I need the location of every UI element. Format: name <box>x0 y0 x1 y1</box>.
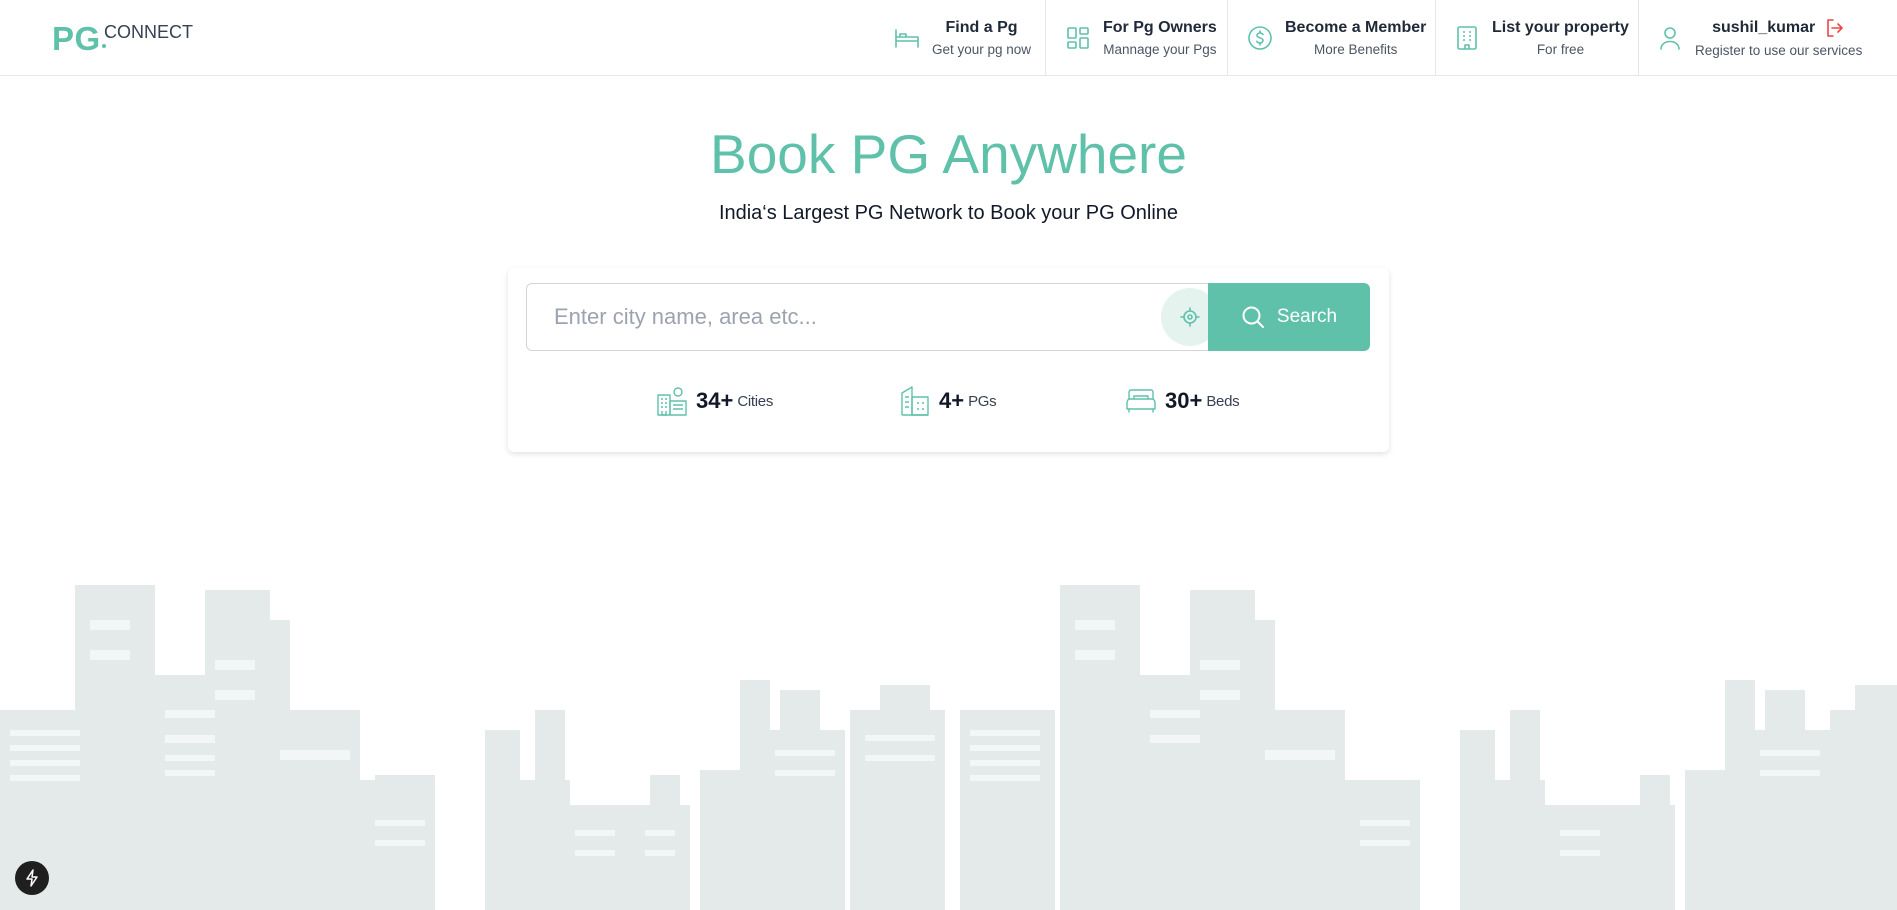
nav-subtitle: Mannage your Pgs <box>1103 42 1217 57</box>
stat-label: Cities <box>737 392 774 410</box>
nav-title: Become a Member <box>1285 19 1427 36</box>
building-icon <box>1454 25 1480 51</box>
hero-title: Book PG Anywhere <box>710 123 1187 185</box>
city-skyline-illustration <box>0 585 1897 910</box>
nav-title: For Pg Owners <box>1103 19 1217 36</box>
stat-beds: 30+ Beds <box>1125 384 1240 418</box>
nav-subtitle: More Benefits <box>1314 42 1398 57</box>
dev-tools-badge[interactable] <box>15 861 49 895</box>
logout-icon[interactable] <box>1825 18 1845 38</box>
stat-label: PGs <box>968 392 997 410</box>
top-navbar: PG CONNECT Find a Pg Get your pg now For… <box>0 0 1897 76</box>
crosshair-icon <box>1180 307 1200 327</box>
logo-main: PG <box>52 20 101 57</box>
nav-subtitle: Get your pg now <box>932 42 1032 57</box>
stat-label: Beds <box>1206 392 1240 410</box>
user-subtitle: Register to use our services <box>1695 43 1863 58</box>
user-icon <box>1657 25 1683 51</box>
nav-pg-owners[interactable]: For Pg Owners Mannage your Pgs <box>1045 0 1234 76</box>
logo-sub: CONNECT <box>104 22 193 42</box>
house-icon <box>899 385 931 417</box>
dashboard-grid-icon <box>1065 25 1091 51</box>
city-icon <box>656 385 688 417</box>
nav-subtitle: For free <box>1536 42 1585 57</box>
search-box <box>526 283 1219 351</box>
dollar-circle-icon <box>1247 25 1273 51</box>
search-button[interactable]: Search <box>1208 283 1370 351</box>
search-card: Search 34+ Cities 4+ PGs <box>508 268 1389 452</box>
stat-value: 30+ <box>1165 388 1203 413</box>
stat-pgs: 4+ PGs <box>899 384 997 418</box>
nav-find-pg[interactable]: Find a Pg Get your pg now <box>894 0 1031 76</box>
search-icon <box>1241 305 1277 329</box>
bed-icon <box>894 25 920 51</box>
nav-become-member[interactable]: Become a Member More Benefits <box>1227 0 1444 76</box>
search-button-label: Search <box>1276 306 1338 327</box>
stat-value: 34+ <box>696 388 734 413</box>
search-input[interactable] <box>528 285 1128 349</box>
nav-title: List your property <box>1492 19 1629 36</box>
stat-value: 4+ <box>939 388 965 413</box>
bed-icon <box>1125 385 1157 417</box>
lightning-bolt-icon <box>24 869 40 887</box>
nav-title: Find a Pg <box>945 19 1018 36</box>
logo-dot <box>102 44 106 48</box>
hero-subtitle: India‘s Largest PG Network to Book your … <box>718 202 1179 224</box>
username: sushil_kumar <box>1712 19 1816 36</box>
stat-cities: 34+ Cities <box>656 384 773 418</box>
nav-user-account[interactable]: sushil_kumar Register to use our service… <box>1638 0 1862 76</box>
nav-list-property[interactable]: List your property For free <box>1435 0 1647 76</box>
